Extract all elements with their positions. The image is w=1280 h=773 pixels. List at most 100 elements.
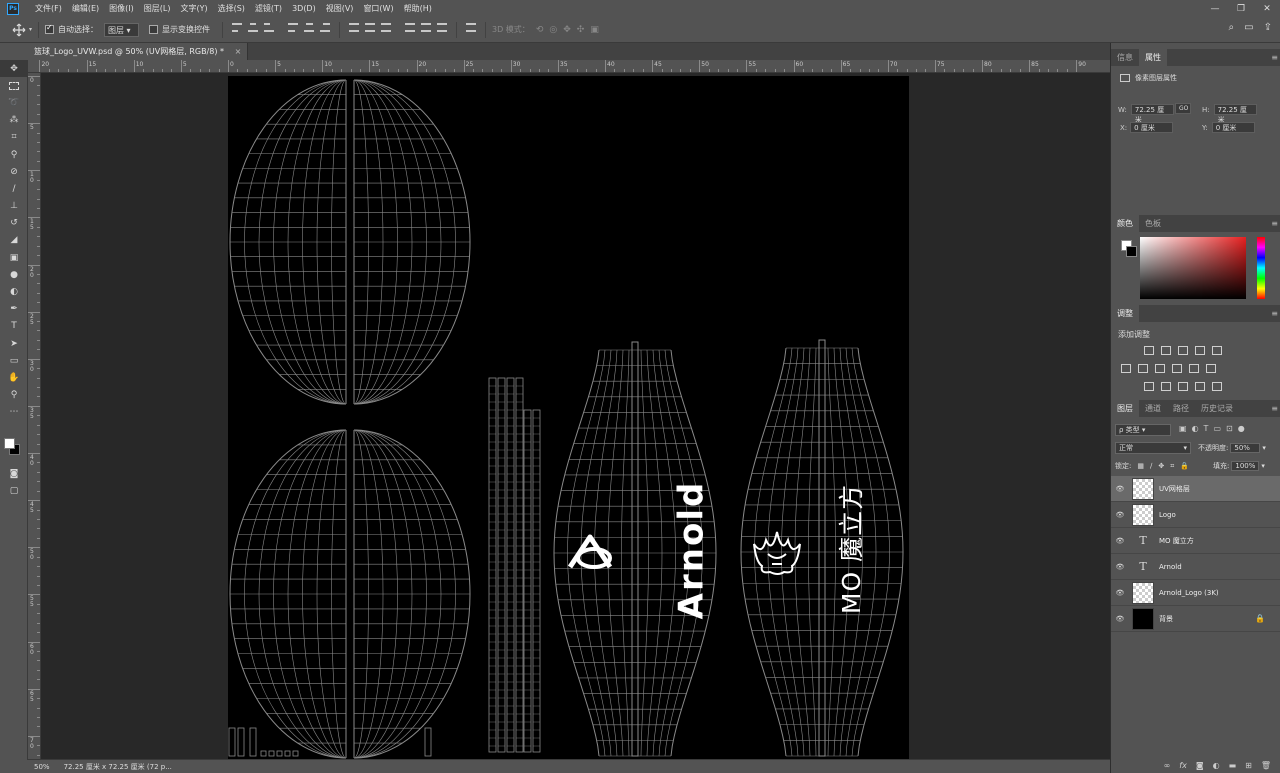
selective-color-icon[interactable]: [1195, 382, 1205, 391]
new-layer-icon[interactable]: ⊞: [1245, 761, 1252, 770]
tab-paths[interactable]: 路径: [1167, 400, 1195, 417]
menu-item[interactable]: 文字(Y): [175, 0, 212, 17]
black-white-icon[interactable]: [1155, 364, 1165, 373]
brush-tool-icon[interactable]: ∕: [0, 180, 28, 197]
mask-icon[interactable]: ◙: [1196, 761, 1204, 770]
close-tab-icon[interactable]: ×: [235, 47, 242, 56]
layer-filter-dropdown[interactable]: ρ 类型 ▾: [1115, 424, 1171, 436]
tab-history[interactable]: 历史记录: [1195, 400, 1239, 417]
align-top-edges-icon[interactable]: [231, 22, 243, 33]
panel-menu-icon[interactable]: ≡: [1271, 53, 1278, 62]
menu-item[interactable]: 编辑(E): [67, 0, 104, 17]
panel-menu-icon[interactable]: ≡: [1271, 309, 1278, 318]
visibility-eye-icon[interactable]: 👁: [1111, 615, 1129, 623]
y-input[interactable]: 0 厘米: [1211, 122, 1255, 133]
tab-swatches[interactable]: 色板: [1139, 215, 1167, 232]
document-canvas[interactable]: Arnold MO 魔立方: [228, 76, 909, 759]
visibility-eye-icon[interactable]: 👁: [1111, 485, 1129, 493]
auto-select-checkbox[interactable]: [45, 23, 55, 34]
layer-row[interactable]: 👁 背景 🔒: [1111, 606, 1280, 632]
color-lookup-icon[interactable]: [1206, 364, 1216, 373]
lock-position-icon[interactable]: ✥: [1158, 462, 1164, 470]
fx-icon[interactable]: fx: [1179, 761, 1187, 770]
fill-input[interactable]: 100%: [1231, 461, 1260, 471]
menu-item[interactable]: 视图(V): [321, 0, 359, 17]
panel-menu-icon[interactable]: ≡: [1271, 404, 1278, 413]
auto-align-icon[interactable]: [465, 22, 477, 33]
width-input[interactable]: 72.25 厘米: [1130, 104, 1174, 124]
gradient-map-icon[interactable]: [1212, 382, 1222, 391]
show-transform-checkbox[interactable]: [149, 25, 159, 34]
layer-row[interactable]: 👁 UV网格层: [1111, 476, 1280, 502]
menu-item[interactable]: 窗口(W): [358, 0, 398, 17]
menu-item[interactable]: 文件(F): [30, 0, 67, 17]
type-tool-icon[interactable]: T: [0, 318, 28, 335]
chevron-down-icon[interactable]: ▾: [29, 26, 32, 33]
tab-adjustments[interactable]: 调整: [1111, 305, 1139, 322]
3d-orbit-icon[interactable]: ⟲: [536, 25, 544, 35]
menu-item[interactable]: 滤镜(T): [250, 0, 287, 17]
gradient-tool-icon[interactable]: ▣: [0, 249, 28, 266]
eraser-tool-icon[interactable]: ◢: [0, 232, 28, 249]
foreground-color-swatch[interactable]: [4, 438, 15, 449]
blur-tool-icon[interactable]: ●: [0, 266, 28, 283]
3d-roll-icon[interactable]: ◎: [549, 25, 557, 35]
lasso-tool-icon[interactable]: ➰: [0, 94, 28, 111]
trash-icon[interactable]: 🗑: [1261, 761, 1271, 770]
filter-adjustment-icon[interactable]: ◐: [1192, 424, 1199, 433]
eyedropper-tool-icon[interactable]: ⚲: [0, 146, 28, 163]
vibrance-icon[interactable]: [1212, 346, 1222, 355]
screen-mode-icon[interactable]: ▢: [0, 482, 28, 499]
align-left-edges-icon[interactable]: [287, 22, 299, 33]
filter-pixel-icon[interactable]: ▣: [1179, 424, 1187, 433]
align-vertical-centers-icon[interactable]: [247, 22, 259, 33]
layer-row[interactable]: 👁 T Arnold: [1111, 554, 1280, 580]
distribute-right-icon[interactable]: [436, 22, 448, 33]
align-horizontal-centers-icon[interactable]: [303, 22, 315, 33]
distribute-left-icon[interactable]: [404, 22, 416, 33]
levels-icon[interactable]: [1161, 346, 1171, 355]
visibility-eye-icon[interactable]: 👁: [1111, 563, 1129, 571]
brightness-icon[interactable]: [1144, 346, 1154, 355]
visibility-eye-icon[interactable]: 👁: [1111, 511, 1129, 519]
blend-mode-dropdown[interactable]: 正常 ▾: [1115, 442, 1191, 454]
fill-chevron-icon[interactable]: ▾: [1261, 462, 1265, 470]
move-tool-icon[interactable]: [12, 23, 26, 37]
marquee-tool-icon[interactable]: [0, 77, 28, 94]
quick-mask-icon[interactable]: ◙: [0, 465, 28, 482]
layer-row[interactable]: 👁 T MO 魔立方: [1111, 528, 1280, 554]
link-dimensions-button[interactable]: GO: [1175, 103, 1191, 114]
auto-select-target-dropdown[interactable]: 图层 ▾: [104, 22, 140, 37]
menu-item[interactable]: 图层(L): [139, 0, 176, 17]
panel-menu-icon[interactable]: ≡: [1271, 219, 1278, 228]
healing-brush-tool-icon[interactable]: ⊘: [0, 163, 28, 180]
filter-smart-object-icon[interactable]: ⊡: [1226, 424, 1233, 433]
lock-artboard-icon[interactable]: ⌗: [1170, 462, 1174, 471]
color-balance-icon[interactable]: [1138, 364, 1148, 373]
lock-transparent-icon[interactable]: ▦: [1137, 462, 1144, 470]
menu-item[interactable]: 图像(I): [104, 0, 139, 17]
rectangle-tool-icon[interactable]: ▭: [0, 352, 28, 369]
link-icon[interactable]: ∞: [1164, 761, 1171, 770]
opacity-input[interactable]: 50%: [1230, 443, 1261, 453]
move-tool-icon[interactable]: ✥: [0, 60, 28, 78]
align-bottom-edges-icon[interactable]: [263, 22, 275, 33]
path-selection-tool-icon[interactable]: ➤: [0, 335, 28, 352]
tab-info[interactable]: 信息: [1111, 49, 1139, 66]
folder-icon[interactable]: ▬: [1229, 761, 1237, 770]
align-right-edges-icon[interactable]: [319, 22, 331, 33]
zoom-tool-icon[interactable]: ⚲: [0, 387, 28, 404]
channel-mixer-icon[interactable]: [1189, 364, 1199, 373]
hand-tool-icon[interactable]: ✋: [0, 369, 28, 386]
exposure-icon[interactable]: [1195, 346, 1205, 355]
adjustment-icon[interactable]: ◐: [1213, 761, 1220, 770]
hue-slider[interactable]: [1257, 237, 1265, 299]
color-field[interactable]: [1140, 237, 1246, 299]
distribute-bottom-icon[interactable]: [380, 22, 392, 33]
more-tools-icon[interactable]: ⋯: [0, 404, 28, 421]
3d-pan-icon[interactable]: ✥: [563, 25, 571, 35]
document-tab[interactable]: 篮球_Logo_UVW.psd @ 50% (UV网格层, RGB/8) * ×: [28, 43, 249, 60]
layer-row[interactable]: 👁 Logo: [1111, 502, 1280, 528]
restore-button[interactable]: ❐: [1228, 0, 1254, 17]
distribute-hcenter-icon[interactable]: [420, 22, 432, 33]
